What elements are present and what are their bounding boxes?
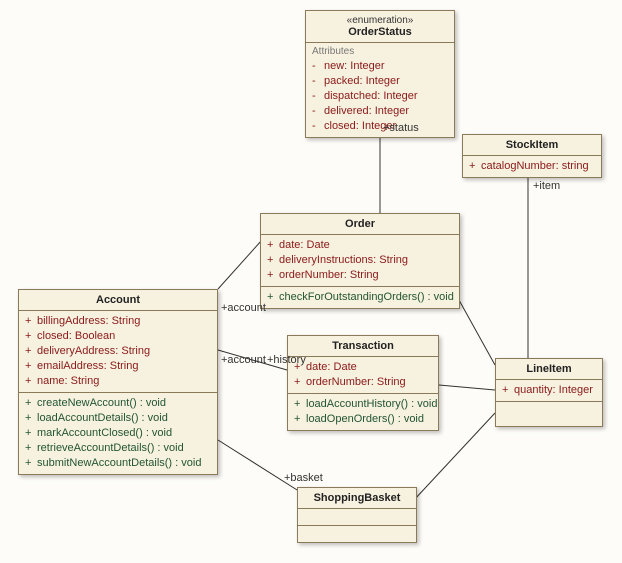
class-name: Account xyxy=(96,294,140,306)
class-name: Transaction xyxy=(332,340,394,352)
attribute: +billingAddress: String xyxy=(25,314,211,329)
role-label-history: +history xyxy=(267,354,306,366)
class-transaction[interactable]: Transaction +date: Date +orderNumber: St… xyxy=(287,335,439,431)
attributes-section: Attributes -new: Integer -packed: Intege… xyxy=(306,43,454,137)
class-name: StockItem xyxy=(506,139,559,151)
operations-section: +createNewAccount() : void +loadAccountD… xyxy=(19,392,217,474)
attributes-section: +quantity: Integer xyxy=(496,380,602,401)
class-header: Transaction xyxy=(288,336,438,357)
attribute: +deliveryInstructions: String xyxy=(267,253,453,268)
role-label-account: +account xyxy=(221,302,266,314)
attribute: +deliveryAddress: String xyxy=(25,344,211,359)
attributes-section xyxy=(298,508,416,525)
class-header: «enumeration» OrderStatus xyxy=(306,11,454,43)
operations-section: +checkForOutstandingOrders() : void xyxy=(261,286,459,308)
attribute: +closed: Boolean xyxy=(25,329,211,344)
operation: +loadAccountDetails() : void xyxy=(25,411,211,426)
attribute: +emailAddress: String xyxy=(25,359,211,374)
uml-diagram: «enumeration» OrderStatus Attributes -ne… xyxy=(0,0,622,563)
attribute: +name: String xyxy=(25,374,211,389)
class-lineitem[interactable]: LineItem +quantity: Integer xyxy=(495,358,603,427)
role-label-basket: +basket xyxy=(284,472,323,484)
class-account[interactable]: Account +billingAddress: String +closed:… xyxy=(18,289,218,475)
stereotype-label: «enumeration» xyxy=(312,15,448,26)
attributes-section: +catalogNumber: string xyxy=(463,156,601,177)
class-header: Account xyxy=(19,290,217,311)
enum-literal: -delivered: Integer xyxy=(312,104,448,119)
class-header: LineItem xyxy=(496,359,602,380)
class-order[interactable]: Order +date: Date +deliveryInstructions:… xyxy=(260,213,460,309)
enum-literal: -dispatched: Integer xyxy=(312,89,448,104)
role-label-status: +status xyxy=(383,122,419,134)
role-label-account: +account xyxy=(221,354,266,366)
section-title: Attributes xyxy=(312,46,448,57)
operations-section xyxy=(496,401,602,426)
class-stockitem[interactable]: StockItem +catalogNumber: string xyxy=(462,134,602,178)
operation: +markAccountClosed() : void xyxy=(25,426,211,441)
operation: +checkForOutstandingOrders() : void xyxy=(267,290,453,305)
operations-section: +loadAccountHistory() : void +loadOpenOr… xyxy=(288,393,438,430)
class-header: Order xyxy=(261,214,459,235)
class-name: OrderStatus xyxy=(312,26,448,38)
operation: +loadAccountHistory() : void xyxy=(294,397,432,412)
class-name: Order xyxy=(345,218,375,230)
attributes-section: +date: Date +deliveryInstructions: Strin… xyxy=(261,235,459,286)
attributes-section: +billingAddress: String +closed: Boolean… xyxy=(19,311,217,392)
attribute: +quantity: Integer xyxy=(502,383,596,398)
operation: +createNewAccount() : void xyxy=(25,396,211,411)
class-shoppingbasket[interactable]: ShoppingBasket xyxy=(297,487,417,543)
class-orderstatus[interactable]: «enumeration» OrderStatus Attributes -ne… xyxy=(305,10,455,138)
operation: +submitNewAccountDetails() : void xyxy=(25,456,211,471)
attribute: +date: Date xyxy=(267,238,453,253)
class-name: ShoppingBasket xyxy=(314,492,401,504)
enum-literal: -packed: Integer xyxy=(312,74,448,89)
role-label-item: +item xyxy=(533,180,560,192)
enum-literal: -closed: Integer xyxy=(312,119,448,134)
attribute: +catalogNumber: string xyxy=(469,159,595,174)
attribute: +date: Date xyxy=(294,360,432,375)
attribute: +orderNumber: String xyxy=(267,268,453,283)
class-header: StockItem xyxy=(463,135,601,156)
operation: +loadOpenOrders() : void xyxy=(294,412,432,427)
operations-section xyxy=(298,525,416,542)
operation: +retrieveAccountDetails() : void xyxy=(25,441,211,456)
attributes-section: +date: Date +orderNumber: String xyxy=(288,357,438,393)
class-name: LineItem xyxy=(526,363,571,375)
enum-literal: -new: Integer xyxy=(312,59,448,74)
class-header: ShoppingBasket xyxy=(298,488,416,508)
attribute: +orderNumber: String xyxy=(294,375,432,390)
